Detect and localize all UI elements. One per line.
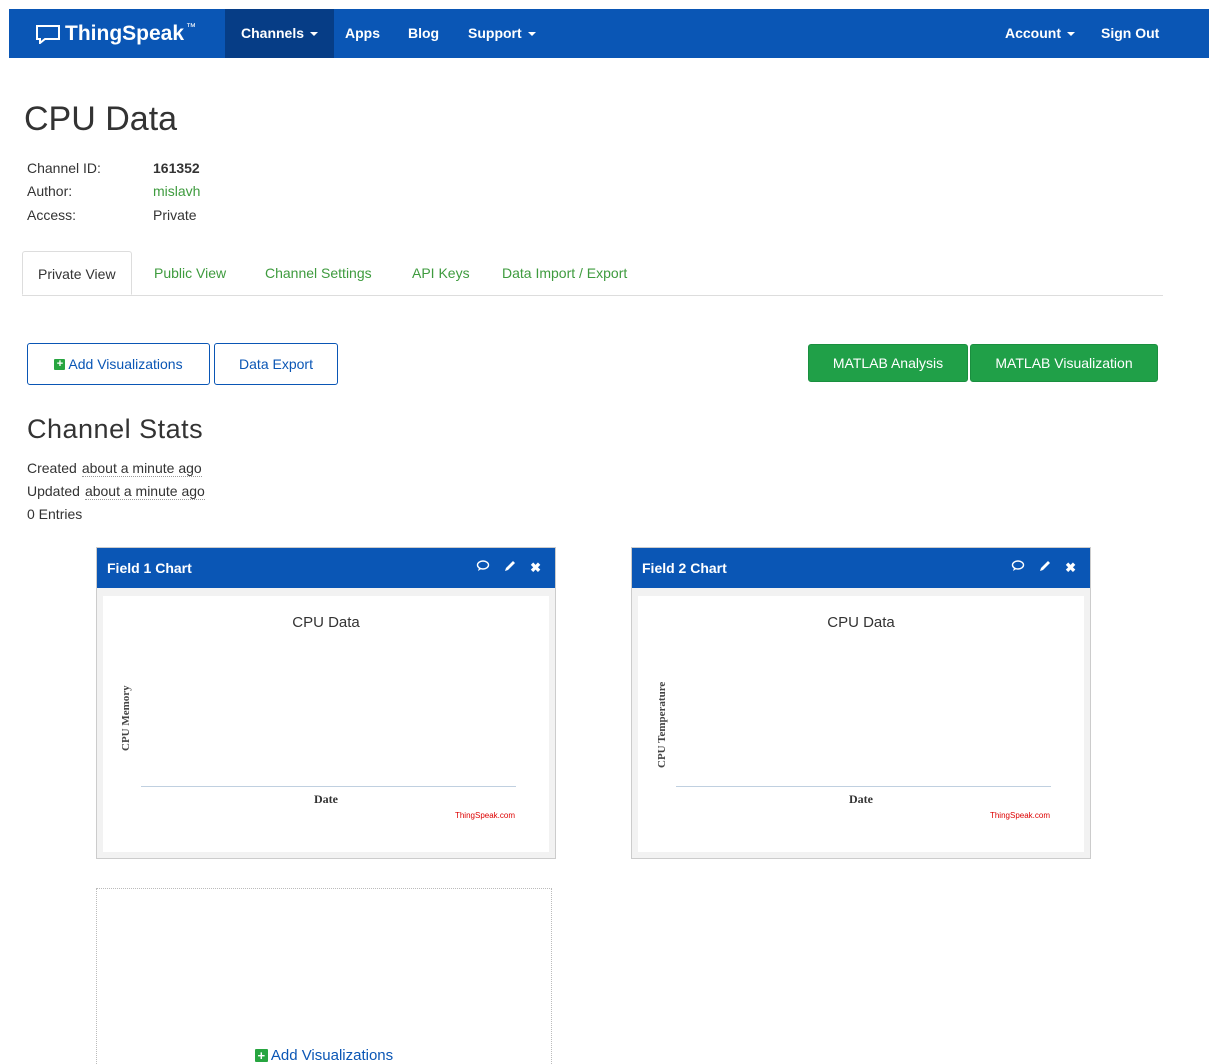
channel-id-label: Channel ID:: [27, 160, 101, 176]
chart-credit-link[interactable]: ThingSpeak.com: [455, 811, 515, 820]
pencil-icon[interactable]: [1039, 548, 1051, 588]
channel-tabs: Private View Public View Channel Setting…: [22, 251, 1163, 296]
nav-apps-label: Apps: [345, 25, 380, 41]
chart-y-axis-label: CPU Temperature: [656, 681, 668, 768]
caret-down-icon: [310, 32, 319, 37]
panel-title: Field 2 Chart: [642, 560, 727, 576]
matlab-analysis-button[interactable]: MATLAB Analysis: [808, 344, 968, 382]
plus-square-icon: +: [254, 1049, 268, 1062]
tab-private-view[interactable]: Private View: [22, 251, 132, 295]
caret-down-icon: [1067, 32, 1075, 37]
created-row: Created about a minute ago: [27, 460, 202, 477]
matlab-analysis-label: MATLAB Analysis: [832, 355, 944, 371]
chart-x-axis-label: Date: [314, 792, 338, 806]
nav-channels-label: Channels: [241, 25, 305, 41]
page-title: CPU Data: [24, 100, 178, 138]
nav-account[interactable]: Account: [989, 9, 1091, 58]
nav-sign-out-label: Sign Out: [1101, 25, 1160, 41]
panel-header: Field 2 Chart ✖: [632, 548, 1090, 588]
chart-x-axis: [676, 786, 1051, 787]
author-label: Author:: [27, 183, 73, 199]
brand-name: ThingSpeak: [65, 21, 185, 45]
chart-x-axis-label: Date: [849, 792, 873, 806]
caret-down-icon: [527, 32, 536, 37]
panel-title: Field 1 Chart: [107, 560, 192, 576]
add-visualizations-label: Add Visualizations: [68, 356, 183, 372]
created-value: about a minute ago: [81, 460, 202, 477]
tab-public-view[interactable]: Public View: [154, 251, 226, 295]
field-1-chart-panel: Field 1 Chart ✖ CPU Data CPU Memory Date…: [96, 547, 556, 859]
field-2-chart-panel: Field 2 Chart ✖ CPU Data CPU Temperature…: [631, 547, 1091, 859]
chat-bubble-icon: [36, 24, 60, 44]
nav-sign-out[interactable]: Sign Out: [1085, 9, 1175, 58]
channel-id-value: 161352: [153, 160, 200, 176]
nav-channels[interactable]: Channels: [225, 9, 335, 58]
chart-y-axis-label: CPU Memory: [120, 685, 132, 751]
chart-credit-link[interactable]: ThingSpeak.com: [990, 811, 1050, 820]
nav-blog-label: Blog: [408, 25, 440, 41]
add-visualizations-link-label: Add Visualizations: [270, 1047, 394, 1064]
updated-value: about a minute ago: [84, 483, 205, 500]
updated-row: Updated about a minute ago: [27, 483, 205, 500]
pencil-icon[interactable]: [504, 548, 516, 588]
empty-visualization-slot: + Add Visualizations: [96, 888, 552, 1064]
tab-api-keys[interactable]: API Keys: [412, 251, 470, 295]
comment-icon[interactable]: [1011, 548, 1025, 588]
access-value: Private: [153, 207, 197, 223]
data-export-label: Data Export: [239, 356, 313, 372]
entries-count: 0 Entries: [27, 506, 83, 522]
author-link[interactable]: mislavh: [153, 183, 200, 199]
nav-blog[interactable]: Blog: [392, 9, 455, 58]
created-label: Created: [27, 460, 77, 476]
nav-support-label: Support: [468, 25, 522, 41]
brand-trademark: ™: [186, 22, 197, 33]
chart-area: CPU Data CPU Memory Date ThingSpeak.com: [103, 596, 549, 852]
tab-data-import-export[interactable]: Data Import / Export: [502, 251, 627, 295]
nav-apps[interactable]: Apps: [329, 9, 396, 58]
matlab-visualization-button[interactable]: MATLAB Visualization: [970, 344, 1158, 382]
channel-stats-heading: Channel Stats: [27, 414, 204, 444]
brand-logo[interactable]: ThingSpeak ™: [35, 9, 196, 58]
panel-actions: ✖: [476, 548, 541, 588]
tab-channel-settings[interactable]: Channel Settings: [265, 251, 372, 295]
chart-title: CPU Data: [292, 614, 360, 631]
add-visualizations-button[interactable]: + Add Visualizations: [27, 343, 210, 385]
chart-title: CPU Data: [827, 614, 895, 631]
matlab-visualization-label: MATLAB Visualization: [995, 355, 1133, 371]
chart-x-axis: [141, 786, 516, 787]
nav-account-label: Account: [1005, 25, 1061, 41]
comment-icon[interactable]: [476, 548, 490, 588]
plus-square-icon: +: [54, 358, 66, 370]
close-icon[interactable]: ✖: [530, 548, 541, 588]
panel-actions: ✖: [1011, 548, 1076, 588]
close-icon[interactable]: ✖: [1065, 548, 1076, 588]
updated-label: Updated: [27, 483, 80, 499]
data-export-button[interactable]: Data Export: [214, 343, 338, 385]
chart-area: CPU Data CPU Temperature Date ThingSpeak…: [638, 596, 1084, 852]
nav-support[interactable]: Support: [452, 9, 552, 58]
top-navbar: ThingSpeak ™ Channels Apps Blog Support A…: [9, 9, 1209, 58]
panel-header: Field 1 Chart ✖: [97, 548, 555, 588]
access-label: Access:: [27, 207, 77, 223]
add-visualizations-link[interactable]: + Add Visualizations: [97, 1047, 551, 1064]
